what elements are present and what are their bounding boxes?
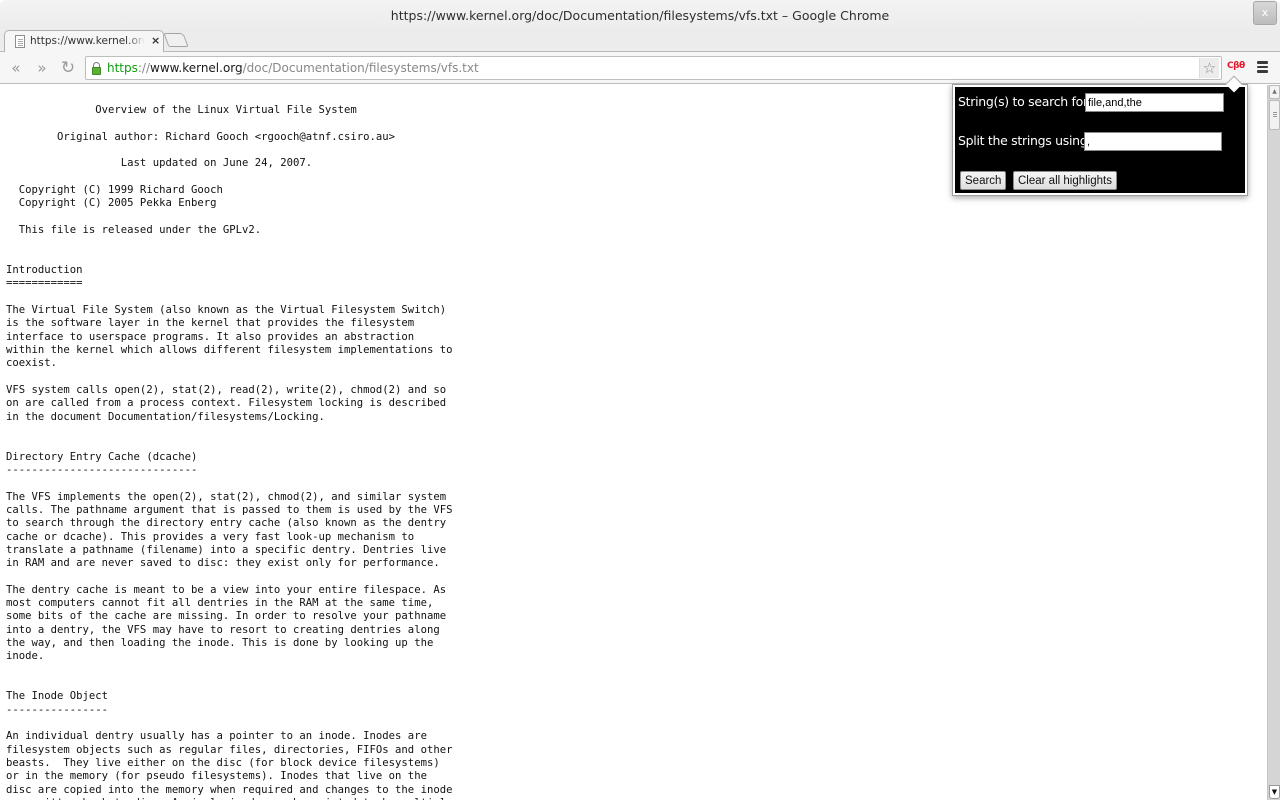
back-button[interactable]: «	[6, 58, 26, 78]
tab-close-icon[interactable]: ×	[151, 34, 160, 47]
search-strings-input[interactable]	[1085, 93, 1224, 112]
search-button[interactable]: Search	[960, 171, 1007, 190]
split-delimiter-label: Split the strings using:	[958, 133, 1092, 148]
window-title: https://www.kernel.org/doc/Documentation…	[390, 8, 890, 23]
clear-highlights-button[interactable]: Clear all highlights	[1013, 171, 1117, 190]
search-highlight-popup: String(s) to search for: Split the strin…	[952, 84, 1248, 196]
new-tab-button[interactable]	[163, 33, 189, 47]
url-text[interactable]: https://www.kernel.org/doc/Documentation…	[107, 61, 479, 75]
tab-vfs-txt[interactable]: https://www.kernel.org/doc/Documentation…	[4, 30, 164, 53]
lock-icon[interactable]	[92, 62, 101, 75]
back-icon: «	[11, 59, 21, 77]
browser-toolbar: « » ↻ https://www.kernel.org/doc/Documen…	[0, 52, 1280, 84]
search-highlight-extension-icon[interactable]: Cβθ	[1227, 61, 1245, 71]
url-scheme: https	[107, 61, 138, 75]
forward-button[interactable]: »	[32, 58, 52, 78]
reload-button[interactable]: ↻	[58, 58, 78, 78]
scroll-thumb[interactable]	[1269, 100, 1280, 130]
vertical-scrollbar[interactable]: ▲ ▼	[1267, 85, 1280, 800]
scroll-up-button[interactable]: ▲	[1269, 85, 1280, 99]
bookmark-star-icon[interactable]: ☆	[1199, 58, 1219, 78]
forward-icon: »	[37, 59, 47, 77]
window-close-button[interactable]: x	[1253, 1, 1277, 25]
scroll-down-button[interactable]: ▼	[1269, 785, 1280, 799]
url-separator: ://	[137, 61, 151, 75]
popup-body: String(s) to search for: Split the strin…	[955, 87, 1245, 193]
address-bar[interactable]: https://www.kernel.org/doc/Documentation…	[85, 56, 1222, 80]
search-strings-label: String(s) to search for:	[958, 94, 1092, 109]
document-text: Overview of the Linux Virtual File Syste…	[6, 104, 453, 800]
tab-title: https://www.kernel.org/doc/Documentation…	[30, 35, 145, 47]
split-delimiter-input[interactable]	[1084, 132, 1222, 151]
url-path: /doc/Documentation/filesystems/vfs.txt	[242, 61, 479, 75]
tab-strip: https://www.kernel.org/doc/Documentation…	[0, 30, 1280, 53]
url-host: www.kernel.org	[150, 61, 243, 75]
window-titlebar: https://www.kernel.org/doc/Documentation…	[0, 0, 1280, 30]
document-icon	[15, 35, 25, 48]
reload-icon: ↻	[60, 58, 76, 78]
menu-icon[interactable]	[1257, 61, 1268, 74]
